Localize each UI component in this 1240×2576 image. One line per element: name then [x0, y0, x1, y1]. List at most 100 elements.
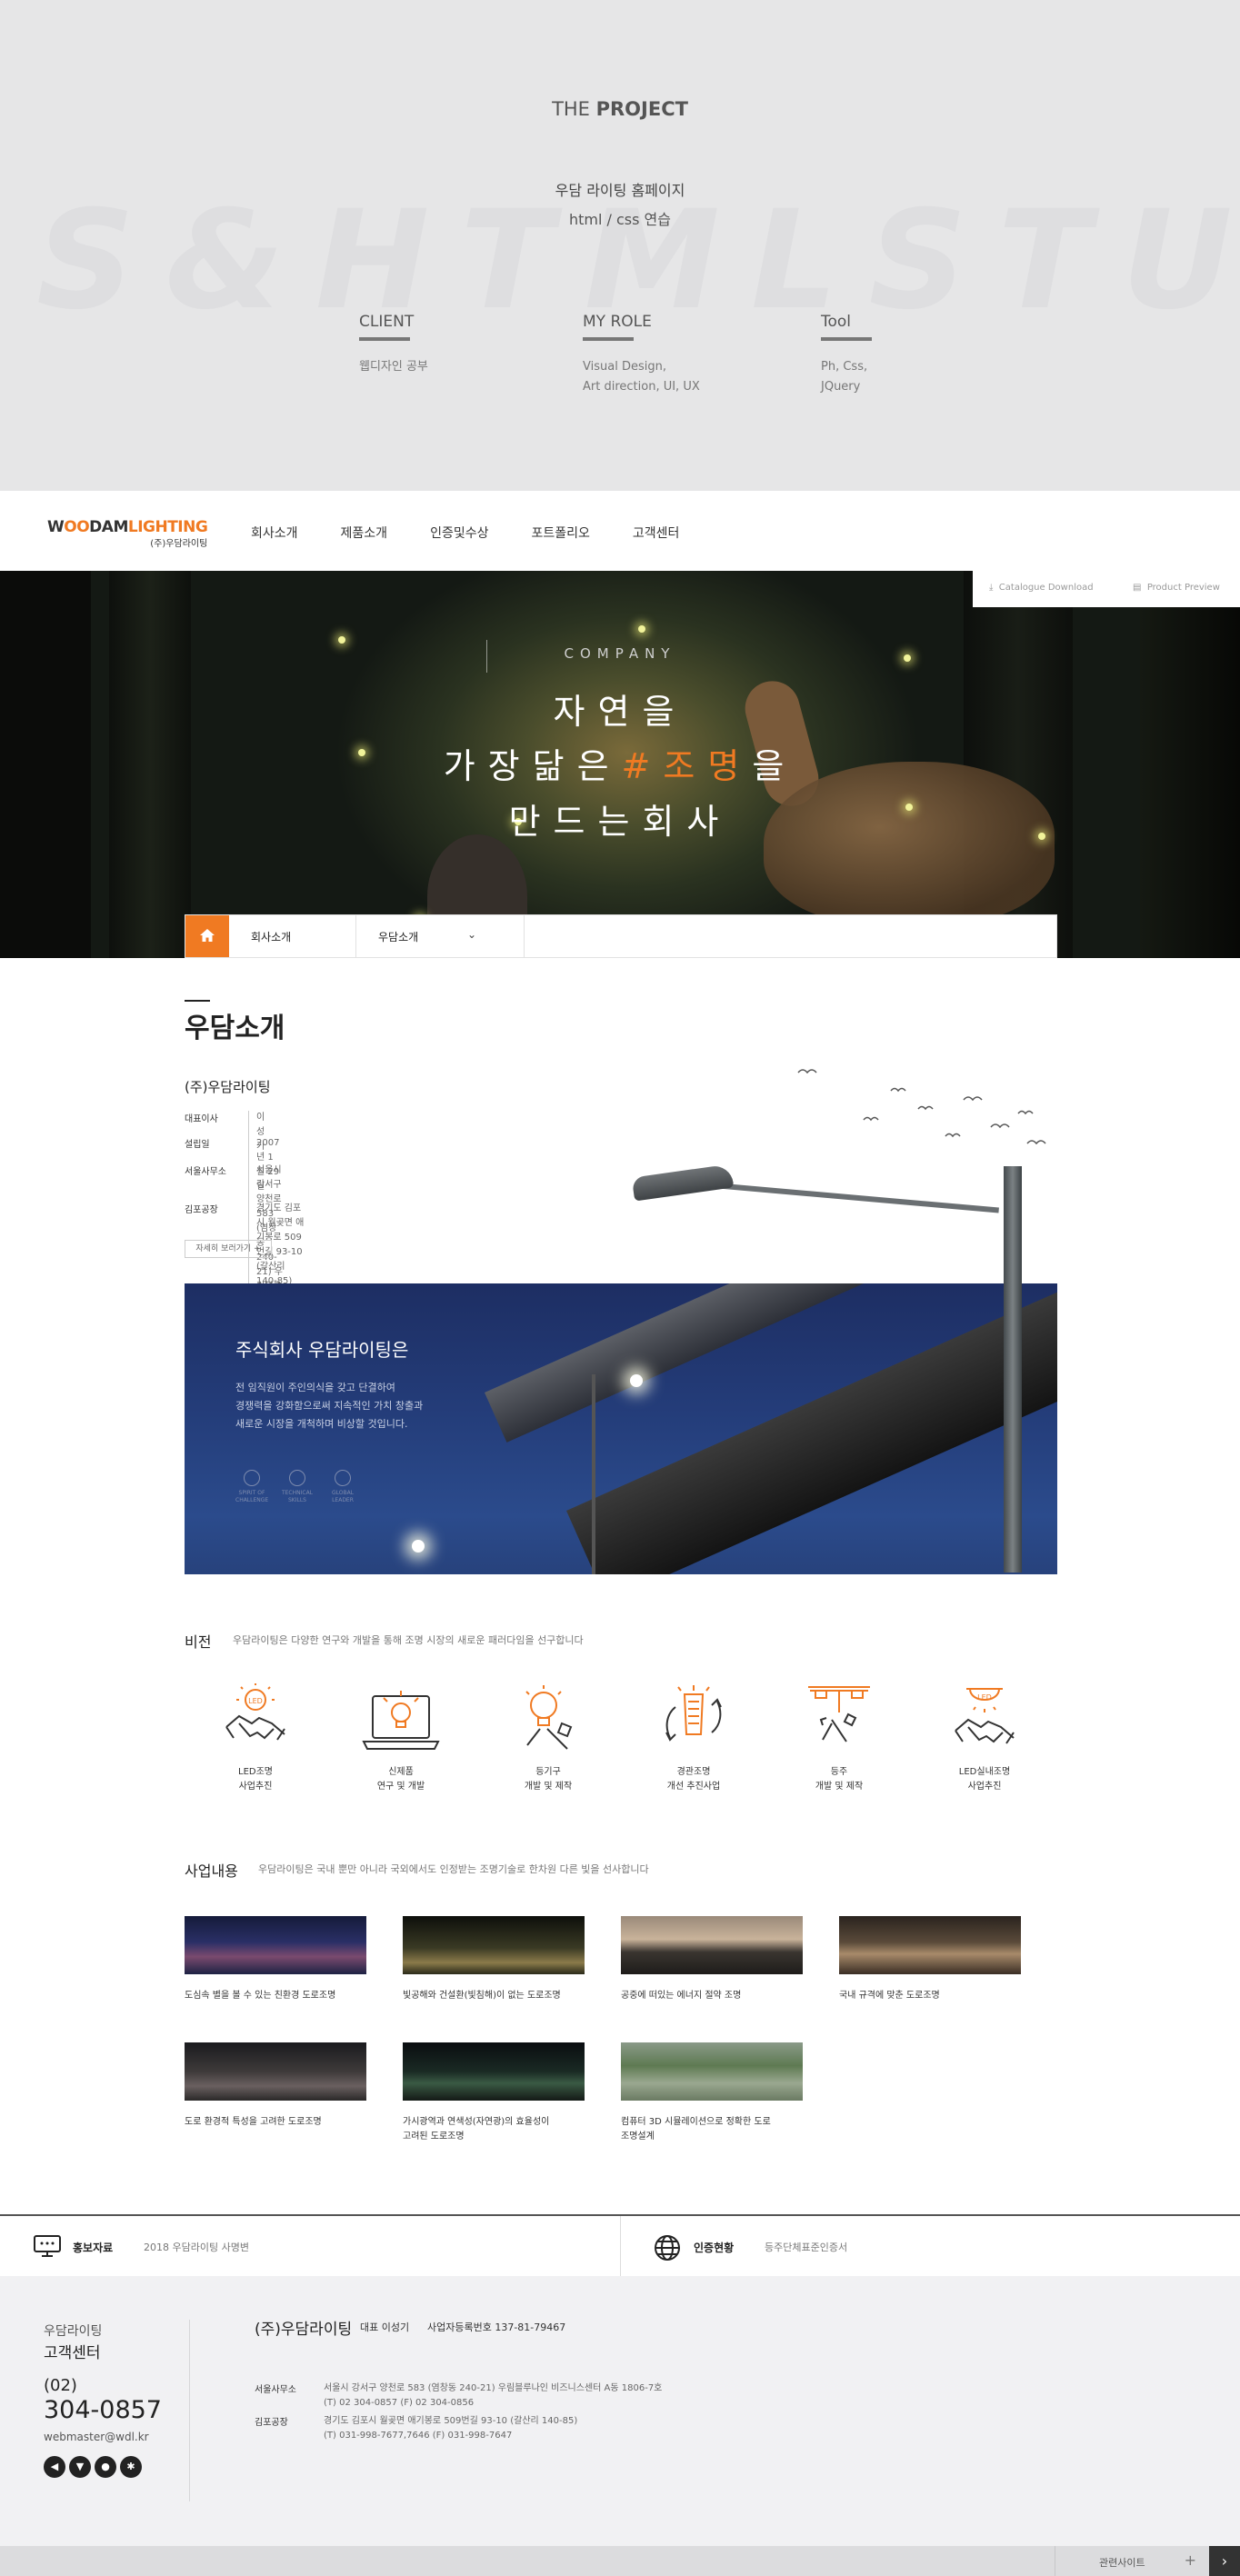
- location-nav: 회사소개 우담소개 ⌄: [185, 914, 1057, 958]
- footer-divider: [189, 2320, 190, 2501]
- logo-wordmark: WOODAMLIGHTING: [47, 518, 208, 536]
- business-item[interactable]: 가시광역과 연색성(자연광)의 효율성이 고려된 도로조명: [403, 2042, 585, 2144]
- footer-biz-number: 사업자등록번호 137-81-79467: [427, 2321, 566, 2333]
- company-banner: 주식회사 우담라이팅은 전 임직원이 주인의식을 갖고 단결하여 경쟁력을 강화…: [185, 1283, 1057, 1574]
- vision-heading: 비전: [185, 1633, 212, 1651]
- nav-item-products[interactable]: 제품소개: [341, 524, 388, 542]
- logo-korean: (주)우담라이팅: [150, 539, 208, 549]
- hero-accent: #조명: [621, 746, 753, 786]
- light-glare: [630, 1374, 643, 1387]
- streetlight-pole: [592, 1374, 595, 1574]
- banner-icon-label: SPIRIT OF CHALLENGE: [235, 1490, 269, 1503]
- business-caption: 빛공해와 건설환(빛침해)이 없는 도로조명: [403, 1991, 561, 2001]
- banner-title: 주식회사 우담라이팅은: [235, 1339, 409, 1361]
- info-key: 대표이사: [185, 1114, 218, 1124]
- vision-description: 우담라이팅은 다양한 연구와 개발을 통해 조명 시장의 새로운 패러다임을 선…: [233, 1634, 584, 1646]
- globe-icon: [655, 2235, 680, 2261]
- project-intro: S&HTMLSTUD THE PROJECT 우담 라이팅 홈페이지 html …: [0, 0, 1240, 491]
- business-item[interactable]: 공중에 떠있는 에너지 절약 조명: [621, 1916, 803, 2003]
- firefly: [638, 625, 645, 633]
- col-heading: MY ROLE: [583, 313, 652, 331]
- site-footer: 우담라이팅 고객센터 (02) 304-0857 webmaster@wdl.k…: [0, 2276, 1240, 2546]
- project-tech: html / css 연습: [568, 211, 671, 228]
- footer-key: 서울사무소: [255, 2385, 296, 2395]
- vision-item: 신제품 연구 및 개발: [346, 1683, 455, 1794]
- scroll-top-button[interactable]: ›: [1209, 2546, 1240, 2576]
- footer-value: 경기도 김포시 월곶면 애기봉로 509번길 93-10 (갈산리 140-85…: [324, 2416, 578, 2441]
- tel-number: 304-0857: [44, 2396, 162, 2424]
- location-icon[interactable]: ●: [95, 2456, 116, 2478]
- col-underline: [821, 337, 872, 341]
- project-subtitle: 우담 라이팅 홈페이지: [555, 182, 685, 199]
- nav-item-support[interactable]: 고객센터: [633, 524, 680, 542]
- breadcrumb-dropdown[interactable]: 우담소개 ⌄: [356, 915, 525, 957]
- nav-item-certification[interactable]: 인증및수상: [430, 524, 488, 542]
- footer-company: (주)우담라이팅: [255, 2321, 353, 2339]
- hero-headline-2-post: 을: [752, 746, 797, 786]
- birds-illustration: [797, 1069, 1046, 1145]
- project-title: THE PROJECT: [0, 98, 1240, 120]
- business-image: [621, 1916, 803, 1974]
- banner-icon-label: TECHNICAL SKILLS: [281, 1490, 314, 1503]
- product-preview-link[interactable]: ▤ Product Preview: [1133, 583, 1220, 593]
- logo-lighting: LIGHTING: [127, 518, 208, 536]
- cert-label: 인증현황: [694, 2242, 735, 2254]
- quick-links: 홍보자료 2018 우담라이팅 사명변 인증현황 등주단체표준인증서: [0, 2214, 1240, 2276]
- related-sites-dropdown[interactable]: 관련사이트 +: [1055, 2546, 1209, 2576]
- email-link[interactable]: webmaster@wdl.kr: [44, 2431, 149, 2443]
- more-button[interactable]: 자세히 보러가기 +: [185, 1240, 272, 1258]
- business-caption: 가시광역과 연색성(자연광)의 효율성이 고려된 도로조명: [403, 2117, 550, 2142]
- col-underline: [359, 337, 410, 341]
- hero-headline-3: 만드는회사: [508, 802, 732, 842]
- home-icon: [200, 929, 215, 942]
- vision-label: 등주 개발 및 제작: [815, 1767, 864, 1792]
- business-image: [403, 2042, 585, 2101]
- business-item[interactable]: 국내 규격에 맞춘 도로조명: [839, 1916, 1021, 2003]
- business-item[interactable]: 도로 환경적 특성을 고려한 도로조명: [185, 2042, 366, 2130]
- site-header: WOODAMLIGHTING (주)우담라이팅 회사소개 제품소개 인증및수상 …: [0, 491, 1240, 571]
- pr-link[interactable]: 홍보자료 2018 우담라이팅 사명변: [0, 2216, 620, 2276]
- trophy-icon[interactable]: ▼: [69, 2456, 91, 2478]
- skills-icon: TECHNICAL SKILLS: [281, 1470, 314, 1504]
- nav-item-portfolio[interactable]: 포트폴리오: [531, 524, 589, 542]
- catalogue-download-link[interactable]: ⤓ Catalogue Download: [989, 583, 1094, 593]
- nav-item-company[interactable]: 회사소개: [251, 524, 298, 542]
- company-name: (주)우담라이팅: [185, 1079, 271, 1095]
- cert-desc: 등주단체표준인증서: [765, 2242, 848, 2253]
- project-col-client: CLIENT 웹디자인 공부: [359, 313, 428, 377]
- business-item[interactable]: 빛공해와 건설환(빛침해)이 없는 도로조명: [403, 1916, 585, 2003]
- certification-link[interactable]: 인증현황 등주단체표준인증서: [621, 2216, 1240, 2276]
- vision-label: 등기구 개발 및 제작: [524, 1767, 573, 1792]
- lamp-tool-icon: [808, 1686, 870, 1742]
- hero-headline-2-pre: 가장닮은: [443, 746, 622, 786]
- business-item[interactable]: 컴퓨터 3D 시뮬레이션으로 정확한 도로 조명설계: [621, 2042, 803, 2144]
- svg-text:LED: LED: [248, 1697, 263, 1705]
- breadcrumb-label: 우담소개: [378, 931, 419, 944]
- page-title: 우담소개: [185, 1013, 285, 1044]
- home-button[interactable]: [185, 915, 229, 957]
- social-links: ◀ ▼ ● ✱: [44, 2456, 142, 2478]
- site-logo[interactable]: WOODAMLIGHTING (주)우담라이팅: [47, 518, 208, 549]
- hero-headline-1: 자연을: [553, 692, 687, 732]
- gear-icon[interactable]: ✱: [120, 2456, 142, 2478]
- bulb-icon: [289, 1470, 305, 1486]
- tel-area: (02): [44, 2376, 77, 2395]
- bottom-bar: 관련사이트 + ›: [0, 2546, 1240, 2576]
- banner-text: 전 임직원이 주인의식을 갖고 단결하여 경쟁력을 강화함으로써 지속적인 가치…: [235, 1382, 424, 1430]
- info-key: 김포공장: [185, 1205, 218, 1215]
- project-col-role: MY ROLE Visual Design, Art direction, UI…: [583, 313, 700, 397]
- business-caption: 국내 규격에 맞춘 도로조명: [839, 1991, 940, 2001]
- info-key: 서울사무소: [185, 1167, 226, 1177]
- speaker-icon[interactable]: ◀: [44, 2456, 65, 2478]
- breadcrumb-company[interactable]: 회사소개: [229, 915, 356, 957]
- led-handshake-icon: LED: [225, 1683, 285, 1741]
- project-title-pre: THE: [552, 98, 596, 120]
- chevron-right-icon: ›: [1221, 2552, 1228, 2570]
- col-underline: [583, 337, 634, 341]
- vision-label: LED실내조명 사업추진: [958, 1767, 1011, 1792]
- globe-icon: [335, 1470, 351, 1486]
- business-image: [839, 1916, 1021, 1974]
- hero-label: COMPANY: [564, 645, 676, 662]
- business-item[interactable]: 도심속 별을 볼 수 있는 친환경 도로조명: [185, 1916, 366, 2003]
- col-heading: Tool: [821, 313, 852, 331]
